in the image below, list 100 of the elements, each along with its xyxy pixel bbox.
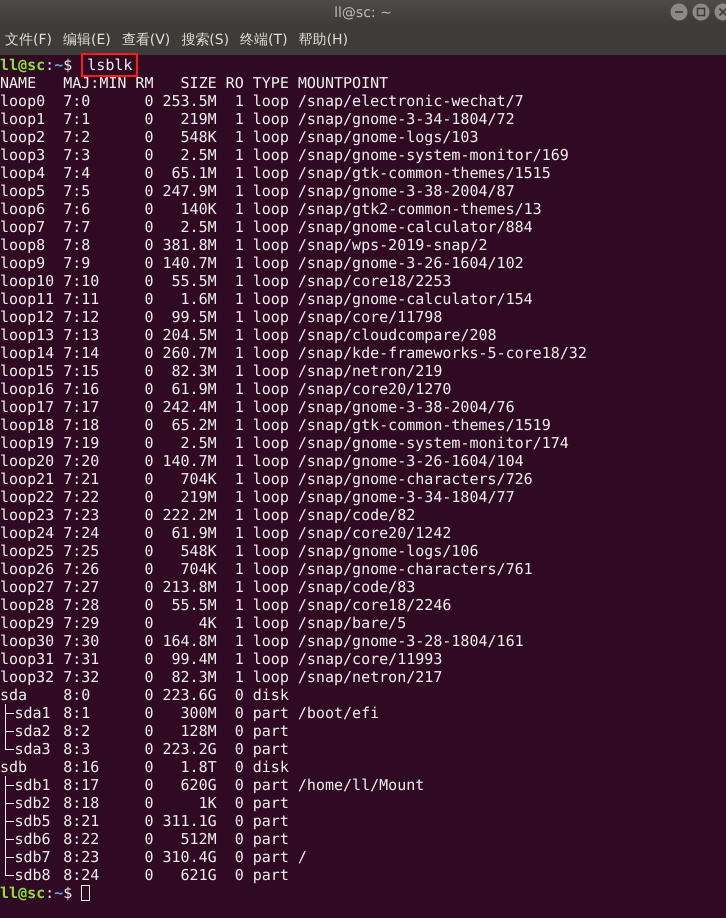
- size-cell-text: 82.3M: [170, 668, 217, 686]
- size-cell-text: 55.5M: [170, 272, 217, 290]
- ro-cell-text: 1: [234, 200, 244, 218]
- rm-cell-text: 0: [143, 632, 154, 650]
- device-name: loop19: [0, 434, 54, 452]
- maj-min-cell-text: 7:31: [63, 650, 100, 668]
- column-header: NAME: [0, 74, 38, 92]
- minimize-icon[interactable]: [670, 3, 688, 21]
- size-cell-text: 82.3M: [170, 362, 217, 380]
- rm-cell-text: 0: [143, 722, 154, 740]
- column-header: SIZE: [180, 74, 217, 92]
- rm-cell-text: 0: [143, 308, 154, 326]
- type-cell: loop: [252, 344, 289, 362]
- size-cell: 222.2M: [162, 506, 217, 524]
- size-cell: 223.6G: [162, 686, 217, 704]
- prompt-separator: :: [45, 884, 54, 902]
- window-title: ll@sc: ~: [334, 4, 392, 20]
- ro-cell-text: 1: [234, 632, 244, 650]
- device-name: loop15: [0, 362, 54, 380]
- maximize-icon[interactable]: [692, 3, 710, 21]
- rm-cell-text: 0: [143, 470, 154, 488]
- size-cell-text: 4K: [198, 614, 217, 632]
- device-name: sda3: [14, 740, 51, 758]
- size-cell-text: 620G: [180, 776, 217, 794]
- type-cell: loop: [252, 362, 289, 380]
- ro-cell-text: 1: [234, 614, 244, 632]
- size-cell-text: 2.5M: [180, 218, 217, 236]
- mountpoint-cell: /snap/gnome-characters/761: [298, 560, 533, 578]
- ro-cell-text: 1: [234, 362, 244, 380]
- type-cell: part: [252, 848, 289, 866]
- ro-cell-text: 1: [234, 578, 244, 596]
- maj-min-cell-text: 8:17: [63, 776, 100, 794]
- type-cell: loop: [252, 524, 289, 542]
- type-cell: loop: [252, 308, 289, 326]
- maj-min-cell-text: 7:7: [63, 218, 92, 236]
- type-cell: loop: [252, 272, 289, 290]
- ro-cell-text: 1: [234, 92, 244, 110]
- device-name: loop3: [0, 146, 46, 164]
- mountpoint-cell: /snap/gnome-system-monitor/174: [298, 434, 569, 452]
- size-cell: 140.7M: [162, 452, 217, 470]
- column-header: TYPE: [252, 74, 289, 92]
- ro-cell-text: 0: [234, 848, 244, 866]
- menu-item[interactable]: 帮助(H): [298, 31, 348, 49]
- size-cell-text: 55.5M: [170, 596, 217, 614]
- ro-cell-text: 1: [234, 344, 244, 362]
- menu-item[interactable]: 搜索(S): [181, 31, 230, 49]
- ro-cell-text: 1: [234, 110, 244, 128]
- menu-item[interactable]: 编辑(E): [62, 31, 111, 49]
- menu-item[interactable]: 终端(T): [240, 31, 288, 49]
- size-cell: 164.8M: [162, 632, 217, 650]
- type-cell: loop: [252, 236, 289, 254]
- rm-cell-text: 0: [143, 812, 154, 830]
- type-cell: loop: [252, 506, 289, 524]
- device-name: loop1: [0, 110, 46, 128]
- mountpoint-cell: /snap/gnome-3-26-1604/102: [298, 254, 524, 272]
- size-cell-text: 548K: [180, 128, 217, 146]
- device-name: loop17: [0, 398, 54, 416]
- device-name: loop32: [0, 668, 54, 686]
- rm-cell-text: 0: [143, 542, 154, 560]
- mountpoint-cell: /snap/netron/217: [298, 668, 442, 686]
- mountpoint-cell: /snap/wps-2019-snap/2: [298, 236, 488, 254]
- type-cell: loop: [252, 92, 289, 110]
- rm-cell-text: 0: [143, 758, 154, 776]
- rm-cell-text: 0: [143, 182, 154, 200]
- size-cell-text: 548K: [180, 542, 217, 560]
- menu-item[interactable]: 查看(V): [122, 31, 170, 49]
- type-cell: loop: [252, 668, 289, 686]
- size-cell: 253.5M: [162, 92, 217, 110]
- device-name: loop26: [0, 560, 54, 578]
- ro-cell-text: 1: [234, 146, 244, 164]
- device-name: loop14: [0, 344, 54, 362]
- device-name: loop9: [0, 254, 46, 272]
- size-cell-text: 2.5M: [180, 146, 217, 164]
- mountpoint-cell: /snap/kde-frameworks-5-core18/32: [298, 344, 587, 362]
- maj-min-cell-text: 8:23: [63, 848, 100, 866]
- maj-min-cell-text: 7:2: [63, 128, 92, 146]
- size-cell-text: 61.9M: [170, 380, 217, 398]
- maj-min-cell-text: 8:1: [63, 704, 92, 722]
- type-cell: loop: [252, 434, 289, 452]
- type-cell: loop: [252, 326, 289, 344]
- rm-cell-text: 0: [143, 560, 154, 578]
- type-cell: part: [252, 722, 289, 740]
- mountpoint-cell: /snap/netron/219: [298, 362, 442, 380]
- mountpoint-cell: /snap/bare/5: [298, 614, 406, 632]
- rm-cell-text: 0: [143, 200, 154, 218]
- size-cell: 311.1G: [162, 812, 217, 830]
- mountpoint-cell: /snap/core/11993: [298, 650, 442, 668]
- type-cell: part: [252, 740, 289, 758]
- device-name: loop8: [0, 236, 46, 254]
- ro-cell-text: 0: [234, 722, 244, 740]
- maj-min-cell-text: 8:3: [63, 740, 92, 758]
- type-cell: loop: [252, 416, 289, 434]
- device-name: loop21: [0, 470, 54, 488]
- maj-min-cell-text: 8:0: [63, 686, 92, 704]
- size-cell-text: 65.2M: [170, 416, 217, 434]
- ro-cell-text: 1: [234, 416, 244, 434]
- type-cell: loop: [252, 182, 289, 200]
- menu-item[interactable]: 文件(F): [5, 31, 52, 49]
- device-name: loop20: [0, 452, 54, 470]
- maj-min-cell-text: 7:14: [63, 344, 100, 362]
